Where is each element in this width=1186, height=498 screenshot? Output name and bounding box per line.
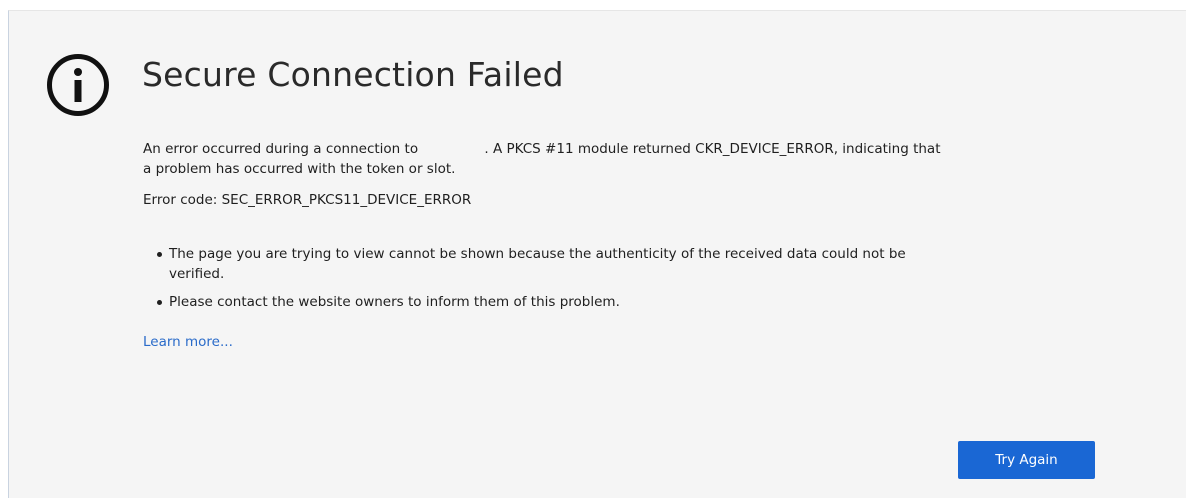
- error-page: Secure Connection Failed An error occurr…: [8, 10, 1186, 498]
- bullet-icon: [157, 252, 162, 257]
- suggestion-item: Please contact the website owners to inf…: [157, 292, 1123, 312]
- suggestion-text-line-1: The page you are trying to view cannot b…: [169, 246, 906, 262]
- error-content: An error occurred during a connection to…: [143, 139, 1123, 352]
- error-description: An error occurred during a connection to…: [143, 139, 1123, 179]
- description-text-before-host: An error occurred during a connection to: [143, 141, 419, 157]
- suggestion-list: The page you are trying to view cannot b…: [143, 244, 1123, 312]
- error-code: Error code: SEC_ERROR_PKCS11_DEVICE_ERRO…: [143, 192, 472, 208]
- page-title: Secure Connection Failed: [142, 55, 564, 94]
- suggestion-text-line-2: verified.: [169, 266, 225, 282]
- info-circle-icon: [47, 54, 109, 116]
- try-again-button[interactable]: Try Again: [958, 441, 1095, 479]
- suggestion-item: The page you are trying to view cannot b…: [157, 244, 1123, 284]
- learn-more-link[interactable]: Learn more...: [143, 332, 233, 352]
- error-description-line-2: a problem has occurred with the token or…: [143, 161, 456, 177]
- description-text-after-host: . A PKCS #11 module returned CKR_DEVICE_…: [484, 141, 941, 157]
- error-description-line-1: An error occurred during a connection to…: [143, 139, 1123, 159]
- bullet-icon: [157, 300, 162, 305]
- suggestion-text-line-1: Please contact the website owners to inf…: [169, 294, 620, 310]
